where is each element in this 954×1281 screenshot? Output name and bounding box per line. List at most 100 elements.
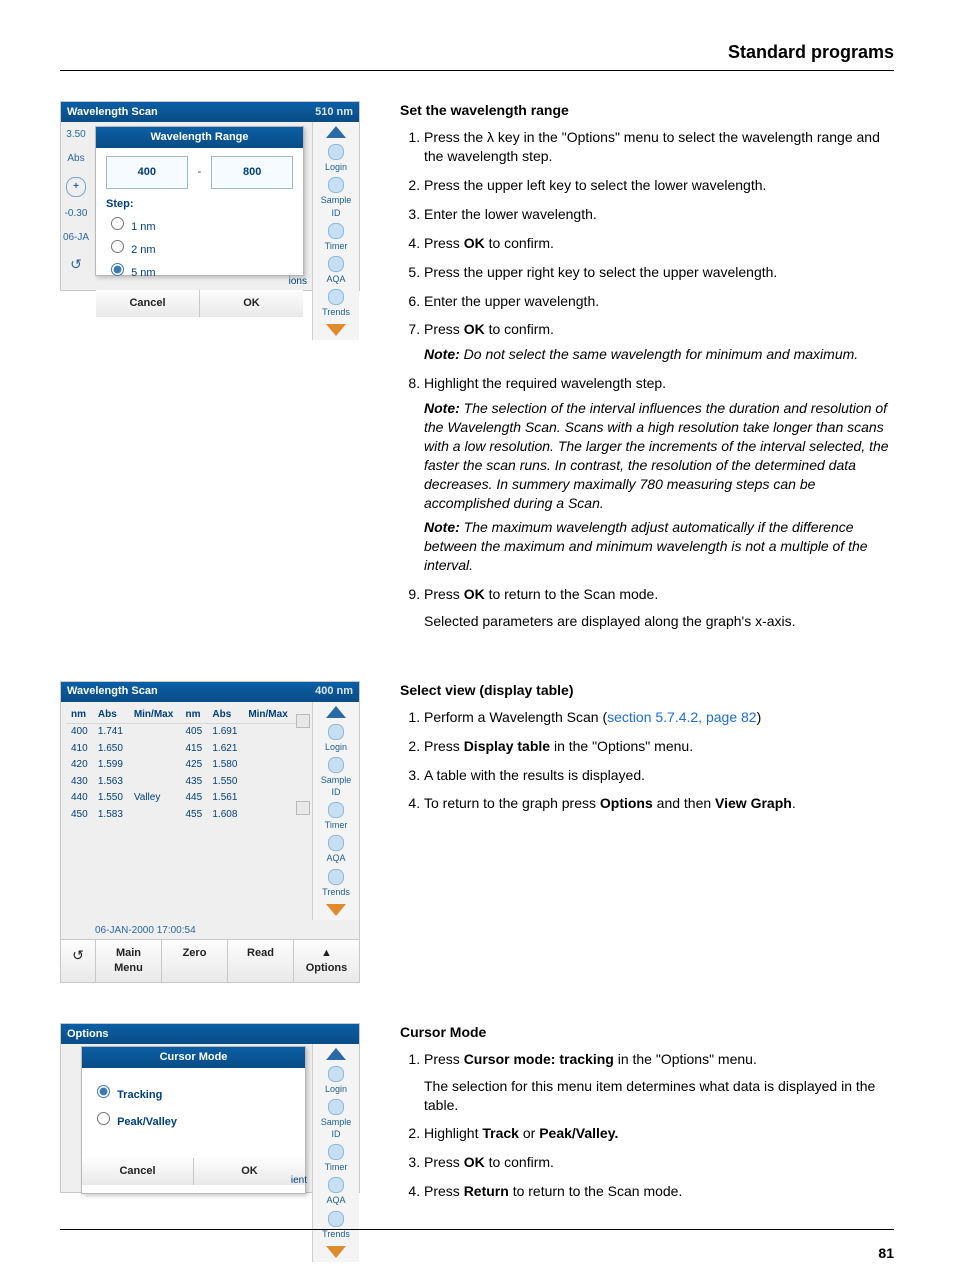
shot2-titlebar: Wavelength Scan 400 nm	[61, 682, 359, 702]
low-wavelength-box[interactable]: 400	[106, 156, 188, 189]
sb-trends[interactable]: Trends	[316, 1211, 356, 1240]
shot2-reading: 400 nm	[315, 684, 353, 699]
l: Timer	[325, 820, 348, 830]
step-5nm[interactable]: 5 nm	[106, 260, 293, 281]
step-1nm[interactable]: 1 nm	[106, 214, 293, 235]
ok-button[interactable]: OK	[200, 290, 303, 317]
back-button[interactable]: ↺	[61, 940, 96, 982]
sb-sample[interactable]: Sample ID	[316, 757, 356, 798]
xref-link[interactable]: section 5.7.4.2, page 82	[607, 709, 756, 725]
table-row: 4001.7414051.691	[67, 724, 296, 741]
sb-trends[interactable]: Trends	[316, 289, 356, 318]
sb-login[interactable]: Login	[316, 1066, 356, 1095]
shot2-sidebar: Login Sample ID Timer AQA Trends	[312, 702, 359, 920]
step-4: Press OK to confirm.	[424, 234, 894, 253]
screenshot-table-view: Wavelength Scan 400 nm nmAbsMin/MaxnmAbs…	[60, 681, 360, 983]
shot2-timestamp: 06-JAN-2000 17:00:54	[61, 920, 359, 940]
step-7: Press OK to confirm. Note: Do not select…	[424, 320, 894, 364]
sv-step-3: A table with the results is displayed.	[424, 766, 894, 785]
table-row: 4501.5834551.608	[67, 806, 296, 823]
opt-tracking[interactable]: Tracking	[92, 1082, 295, 1103]
sb-timer[interactable]: Timer	[316, 1144, 356, 1173]
step-8-text: Highlight the required wavelength step.	[424, 375, 666, 391]
popup-cursor-mode: Cursor Mode Tracking Peak/Valley Cancel	[81, 1046, 306, 1194]
axis-unit: Abs	[67, 152, 84, 166]
cm-cancel-button[interactable]: Cancel	[82, 1158, 194, 1185]
shot3-titlebar: Options	[61, 1024, 359, 1044]
shot-titlebar: Wavelength Scan 510 nm	[61, 102, 359, 122]
section-title-cursor-mode: Cursor Mode	[400, 1023, 894, 1042]
cm-step-2: Highlight Track or Peak/Valley.	[424, 1124, 894, 1143]
sb-trends[interactable]: Trends	[316, 869, 356, 898]
sb-timer[interactable]: Timer	[316, 223, 356, 252]
note-after-7-text: Do not select the same wavelength for mi…	[464, 346, 859, 362]
sb-timer[interactable]: Timer	[316, 802, 356, 831]
step-label: Step:	[106, 197, 293, 212]
note-after-7: Note: Do not select the same wavelength …	[424, 345, 894, 364]
shot3-caption: ient	[291, 1174, 307, 1188]
sb-aqa[interactable]: AQA	[316, 1177, 356, 1206]
sb-aqa[interactable]: AQA	[316, 256, 356, 285]
step-2: Press the upper left key to select the l…	[424, 176, 894, 195]
after-9-text: Selected parameters are displayed along …	[424, 612, 894, 631]
table-row: 4101.6504151.621	[67, 740, 296, 757]
shot-title: Wavelength Scan	[67, 105, 158, 120]
scroll-down-icon[interactable]	[296, 801, 310, 815]
l: Timer	[325, 1162, 348, 1172]
note-after-8a-text: The selection of the interval influences…	[424, 400, 889, 510]
opt-peakvalley[interactable]: Peak/Valley	[92, 1109, 295, 1130]
l: Trends	[322, 887, 350, 897]
step-1nm-label: 1 nm	[131, 221, 155, 233]
page-number: 81	[878, 1244, 894, 1263]
l: AQA	[326, 853, 345, 863]
sb-sample[interactable]: Sample ID	[316, 177, 356, 218]
table-row: 4201.5994251.580	[67, 757, 296, 774]
step-5: Press the upper right key to select the …	[424, 263, 894, 282]
cancel-button[interactable]: Cancel	[96, 290, 200, 317]
sb-sample[interactable]: Sample ID	[316, 1099, 356, 1140]
section-title-select-view: Select view (display table)	[400, 681, 894, 700]
back-icon: ↺	[70, 255, 82, 274]
shot-reading: 510 nm	[315, 105, 353, 120]
note-after-8b: Note: The maximum wavelength adjust auto…	[424, 518, 894, 575]
table-scrollbar[interactable]	[296, 706, 310, 824]
section-title-set-range: Set the wavelength range	[400, 101, 894, 120]
shot-left-axis: 3.50 Abs + -0.30 06-JA ↺	[61, 122, 91, 280]
sb-aqa[interactable]: AQA	[316, 835, 356, 864]
opt-tracking-label: Tracking	[117, 1089, 162, 1101]
note-after-8a: Note: The selection of the interval infl…	[424, 399, 894, 512]
cm1: Press Cursor mode: tracking in the "Opti…	[424, 1051, 757, 1067]
options-button[interactable]: ▲Options	[294, 940, 359, 982]
sb-login-label: Login	[325, 162, 347, 172]
arrow-up-icon	[326, 706, 346, 718]
axis-date: 06-JA	[63, 231, 89, 245]
table-row: 4301.5634351.550	[67, 773, 296, 790]
sb-trends-label: Trends	[322, 307, 350, 317]
page-header-title: Standard programs	[60, 40, 894, 64]
scroll-up-icon[interactable]	[296, 714, 310, 728]
sb-sample-label: Sample ID	[321, 195, 352, 217]
read-button[interactable]: Read	[228, 940, 294, 982]
step-3: Enter the lower wavelength.	[424, 205, 894, 224]
main-menu-button[interactable]: Main Menu	[96, 940, 162, 982]
step-9-text: Press OK to return to the Scan mode.	[424, 586, 658, 602]
note-after-8b-text: The maximum wavelength adjust automatica…	[424, 519, 868, 573]
cm-ok-button[interactable]: OK	[194, 1158, 305, 1185]
step-2nm[interactable]: 2 nm	[106, 237, 293, 258]
arrow-down-icon	[326, 1246, 346, 1258]
l: AQA	[326, 1195, 345, 1205]
cm-step-4: Press Return to return to the Scan mode.	[424, 1182, 894, 1201]
sb-login[interactable]: Login	[316, 724, 356, 753]
sb-login[interactable]: Login	[316, 144, 356, 173]
arrow-down-icon	[326, 324, 346, 336]
l: Sample ID	[321, 775, 352, 797]
zero-button[interactable]: Zero	[162, 940, 228, 982]
step-5nm-label: 5 nm	[131, 267, 155, 279]
cm-step-1: Press Cursor mode: tracking in the "Opti…	[424, 1050, 894, 1115]
high-wavelength-box[interactable]: 800	[211, 156, 293, 189]
screenshot-cursor-mode: Options Cursor Mode Tracking Peak/Valley	[60, 1023, 360, 1193]
options-label: Options	[306, 962, 348, 974]
steps-set-range: Press the λ key in the "Options" menu to…	[400, 128, 894, 631]
footer-rule	[60, 1229, 894, 1230]
step-9: Press OK to return to the Scan mode. Sel…	[424, 585, 894, 631]
